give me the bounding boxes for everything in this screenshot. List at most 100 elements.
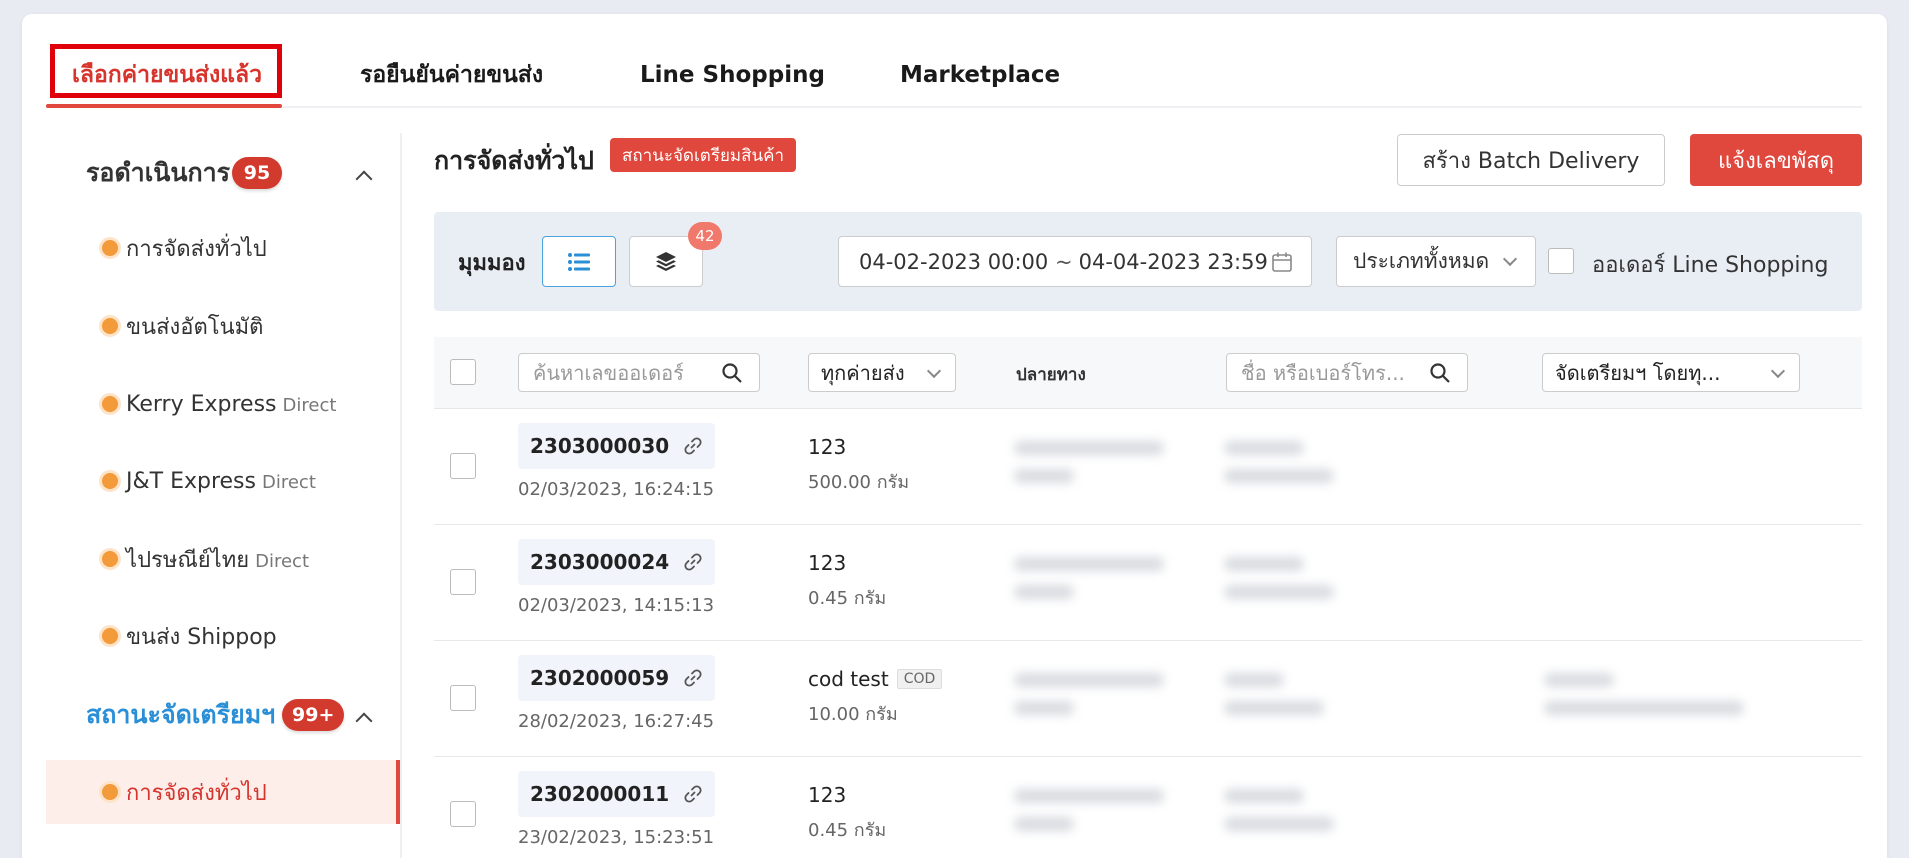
blurred-recipient xyxy=(1224,585,1334,599)
blurred-destination xyxy=(1014,585,1074,599)
sidebar-group-title: รอดำเนินการ xyxy=(86,158,231,187)
status-dot-icon xyxy=(102,396,118,412)
prep-select-value: จัดเตรียมฯ โดยทุ... xyxy=(1555,360,1721,385)
status-dot-icon xyxy=(102,473,118,489)
status-tag: สถานะจัดเตรียมสินค้า xyxy=(610,138,797,172)
carrier-select[interactable]: ทุกค่ายส่ง xyxy=(808,353,956,392)
parcel-weight: 0.45 กรัม xyxy=(808,820,887,841)
sidebar-item-auto-shipping[interactable]: ขนส่งอัตโนมัติ xyxy=(46,295,400,357)
tab-pending-carrier[interactable]: รอยืนยันค่ายขนส่ง xyxy=(360,44,543,106)
blurred-recipient xyxy=(1224,673,1284,687)
carrier-name: 123 xyxy=(808,435,847,459)
carrier-select-value: ทุกค่ายส่ง xyxy=(821,360,905,385)
order-id-chip[interactable]: 2303000024 xyxy=(518,539,716,585)
sidebar-item-label: Kerry Express Direct xyxy=(126,391,337,417)
carrier-name: 123 xyxy=(808,551,847,575)
tab-highlight-box xyxy=(50,44,282,98)
blurred-destination xyxy=(1014,817,1074,831)
search-icon xyxy=(722,363,742,383)
sidebar: รอดำเนินการ 95 การจัดส่งทั่วไป ขนส่งอัตโ… xyxy=(46,133,402,858)
row-checkbox[interactable] xyxy=(450,569,476,595)
blurred-destination xyxy=(1014,557,1164,571)
status-dot-icon xyxy=(102,784,118,800)
blurred-prep-by xyxy=(1544,673,1614,687)
page-title: การจัดส่งทั่วไป xyxy=(434,146,594,175)
link-icon[interactable] xyxy=(683,552,703,572)
prep-by-select[interactable]: จัดเตรียมฯ โดยทุ... xyxy=(1542,353,1800,392)
layers-icon xyxy=(656,251,676,271)
tab-active-underline xyxy=(46,104,282,108)
sidebar-group-preparing[interactable]: สถานะจัดเตรียมฯ 99+ xyxy=(46,685,400,745)
list-view-button[interactable] xyxy=(542,236,616,287)
blurred-recipient xyxy=(1224,701,1324,715)
type-select[interactable]: ประเภททั้งหมด xyxy=(1336,236,1536,287)
blurred-prep-by xyxy=(1544,701,1744,715)
line-shopping-checkbox[interactable] xyxy=(1548,248,1574,274)
blurred-destination xyxy=(1014,469,1074,483)
parcel-weight: 10.00 กรัม xyxy=(808,704,898,725)
sidebar-item-thailand-post[interactable]: ไปรษณีย์ไทย Direct xyxy=(46,528,400,590)
order-id: 2303000030 xyxy=(530,434,670,458)
order-id-chip[interactable]: 2302000011 xyxy=(518,771,716,817)
chevron-up-icon[interactable] xyxy=(355,712,373,730)
link-icon[interactable] xyxy=(683,668,703,688)
table-row[interactable]: 2302000059 28/02/2023, 16:27:45 cod test… xyxy=(434,641,1862,757)
count-badge: 95 xyxy=(232,157,282,189)
parcel-weight: 0.45 กรัม xyxy=(808,588,887,609)
order-time: 23/02/2023, 15:23:51 xyxy=(518,827,715,848)
sidebar-group-pending[interactable]: รอดำเนินการ 95 xyxy=(46,143,400,203)
sidebar-item-label: ขนส่งอัตโนมัติ xyxy=(126,314,264,340)
table-row[interactable]: 2303000024 02/03/2023, 14:15:13 123 0.45… xyxy=(434,525,1862,641)
name-phone-search-input[interactable]: ชื่อ หรือเบอร์โทร... xyxy=(1226,353,1468,392)
row-checkbox[interactable] xyxy=(450,801,476,827)
status-dot-icon xyxy=(102,551,118,567)
create-batch-delivery-button[interactable]: สร้าง Batch Delivery xyxy=(1397,134,1665,186)
sidebar-item-general-shipping[interactable]: การจัดส่งทั่วไป xyxy=(46,217,400,279)
link-icon[interactable] xyxy=(683,784,703,804)
blurred-destination xyxy=(1014,701,1074,715)
blurred-recipient xyxy=(1224,789,1304,803)
sidebar-item-general-shipping-active[interactable]: การจัดส่งทั่วไป xyxy=(46,760,400,824)
status-dot-icon xyxy=(102,240,118,256)
order-search-input[interactable]: ค้นหาเลขออเดอร์ xyxy=(518,353,760,392)
blurred-destination xyxy=(1014,789,1164,803)
parcel-weight: 500.00 กรัม xyxy=(808,472,910,493)
tab-label: Line Shopping xyxy=(640,62,825,88)
tab-label: Marketplace xyxy=(900,62,1061,88)
date-separator: ~ xyxy=(1055,249,1073,274)
calendar-icon[interactable] xyxy=(1271,251,1293,273)
type-select-value: ประเภททั้งหมด xyxy=(1353,249,1490,273)
blurred-recipient xyxy=(1224,817,1334,831)
sidebar-item-shippop[interactable]: ขนส่ง Shippop xyxy=(46,605,400,667)
date-range-input[interactable]: 04-02-2023 00:00 ~ 04-04-2023 23:59 xyxy=(838,236,1312,287)
chevron-up-icon[interactable] xyxy=(355,170,373,188)
select-all-checkbox[interactable] xyxy=(450,359,476,385)
tab-line-shopping[interactable]: Line Shopping xyxy=(640,44,825,106)
tab-bar: เลือกค่ายขนส่งแล้ว รอยืนยันค่ายขนส่ง Lin… xyxy=(46,44,1862,108)
sidebar-item-kerry[interactable]: Kerry Express Direct xyxy=(46,373,400,435)
cod-badge: COD xyxy=(896,669,943,689)
table-row[interactable]: 2302000011 23/02/2023, 15:23:51 123 0.45… xyxy=(434,757,1862,858)
tab-marketplace[interactable]: Marketplace xyxy=(900,44,1060,106)
link-icon[interactable] xyxy=(683,436,703,456)
order-id: 2302000011 xyxy=(530,782,670,806)
order-id-chip[interactable]: 2302000059 xyxy=(518,655,716,701)
sidebar-item-jt[interactable]: J&T Express Direct xyxy=(46,450,400,512)
filter-bar: มุมมอง 42 04-02-2023 00:00 ~ 04-04-2023 … xyxy=(434,212,1862,311)
search-icon xyxy=(1430,363,1450,383)
row-checkbox[interactable] xyxy=(450,685,476,711)
order-id-chip[interactable]: 2303000030 xyxy=(518,423,716,469)
order-id: 2303000024 xyxy=(530,550,670,574)
table-row[interactable]: 2303000030 02/03/2023, 16:24:15 123 500.… xyxy=(434,409,1862,525)
sidebar-item-label: ขนส่ง Shippop xyxy=(126,624,277,650)
carrier-name: cod test COD xyxy=(808,667,943,691)
order-id: 2302000059 xyxy=(530,666,670,690)
order-time: 02/03/2023, 14:15:13 xyxy=(518,595,715,616)
notify-tracking-button[interactable]: แจ้งเลขพัสดุ xyxy=(1690,134,1862,186)
name-search-placeholder: ชื่อ หรือเบอร์โทร... xyxy=(1241,360,1405,385)
tab-label: รอยืนยันค่ายขนส่ง xyxy=(360,62,544,88)
chevron-down-icon xyxy=(926,363,942,379)
row-checkbox[interactable] xyxy=(450,453,476,479)
date-to: 04-04-2023 23:59 xyxy=(1078,249,1268,274)
blurred-destination xyxy=(1014,441,1164,455)
